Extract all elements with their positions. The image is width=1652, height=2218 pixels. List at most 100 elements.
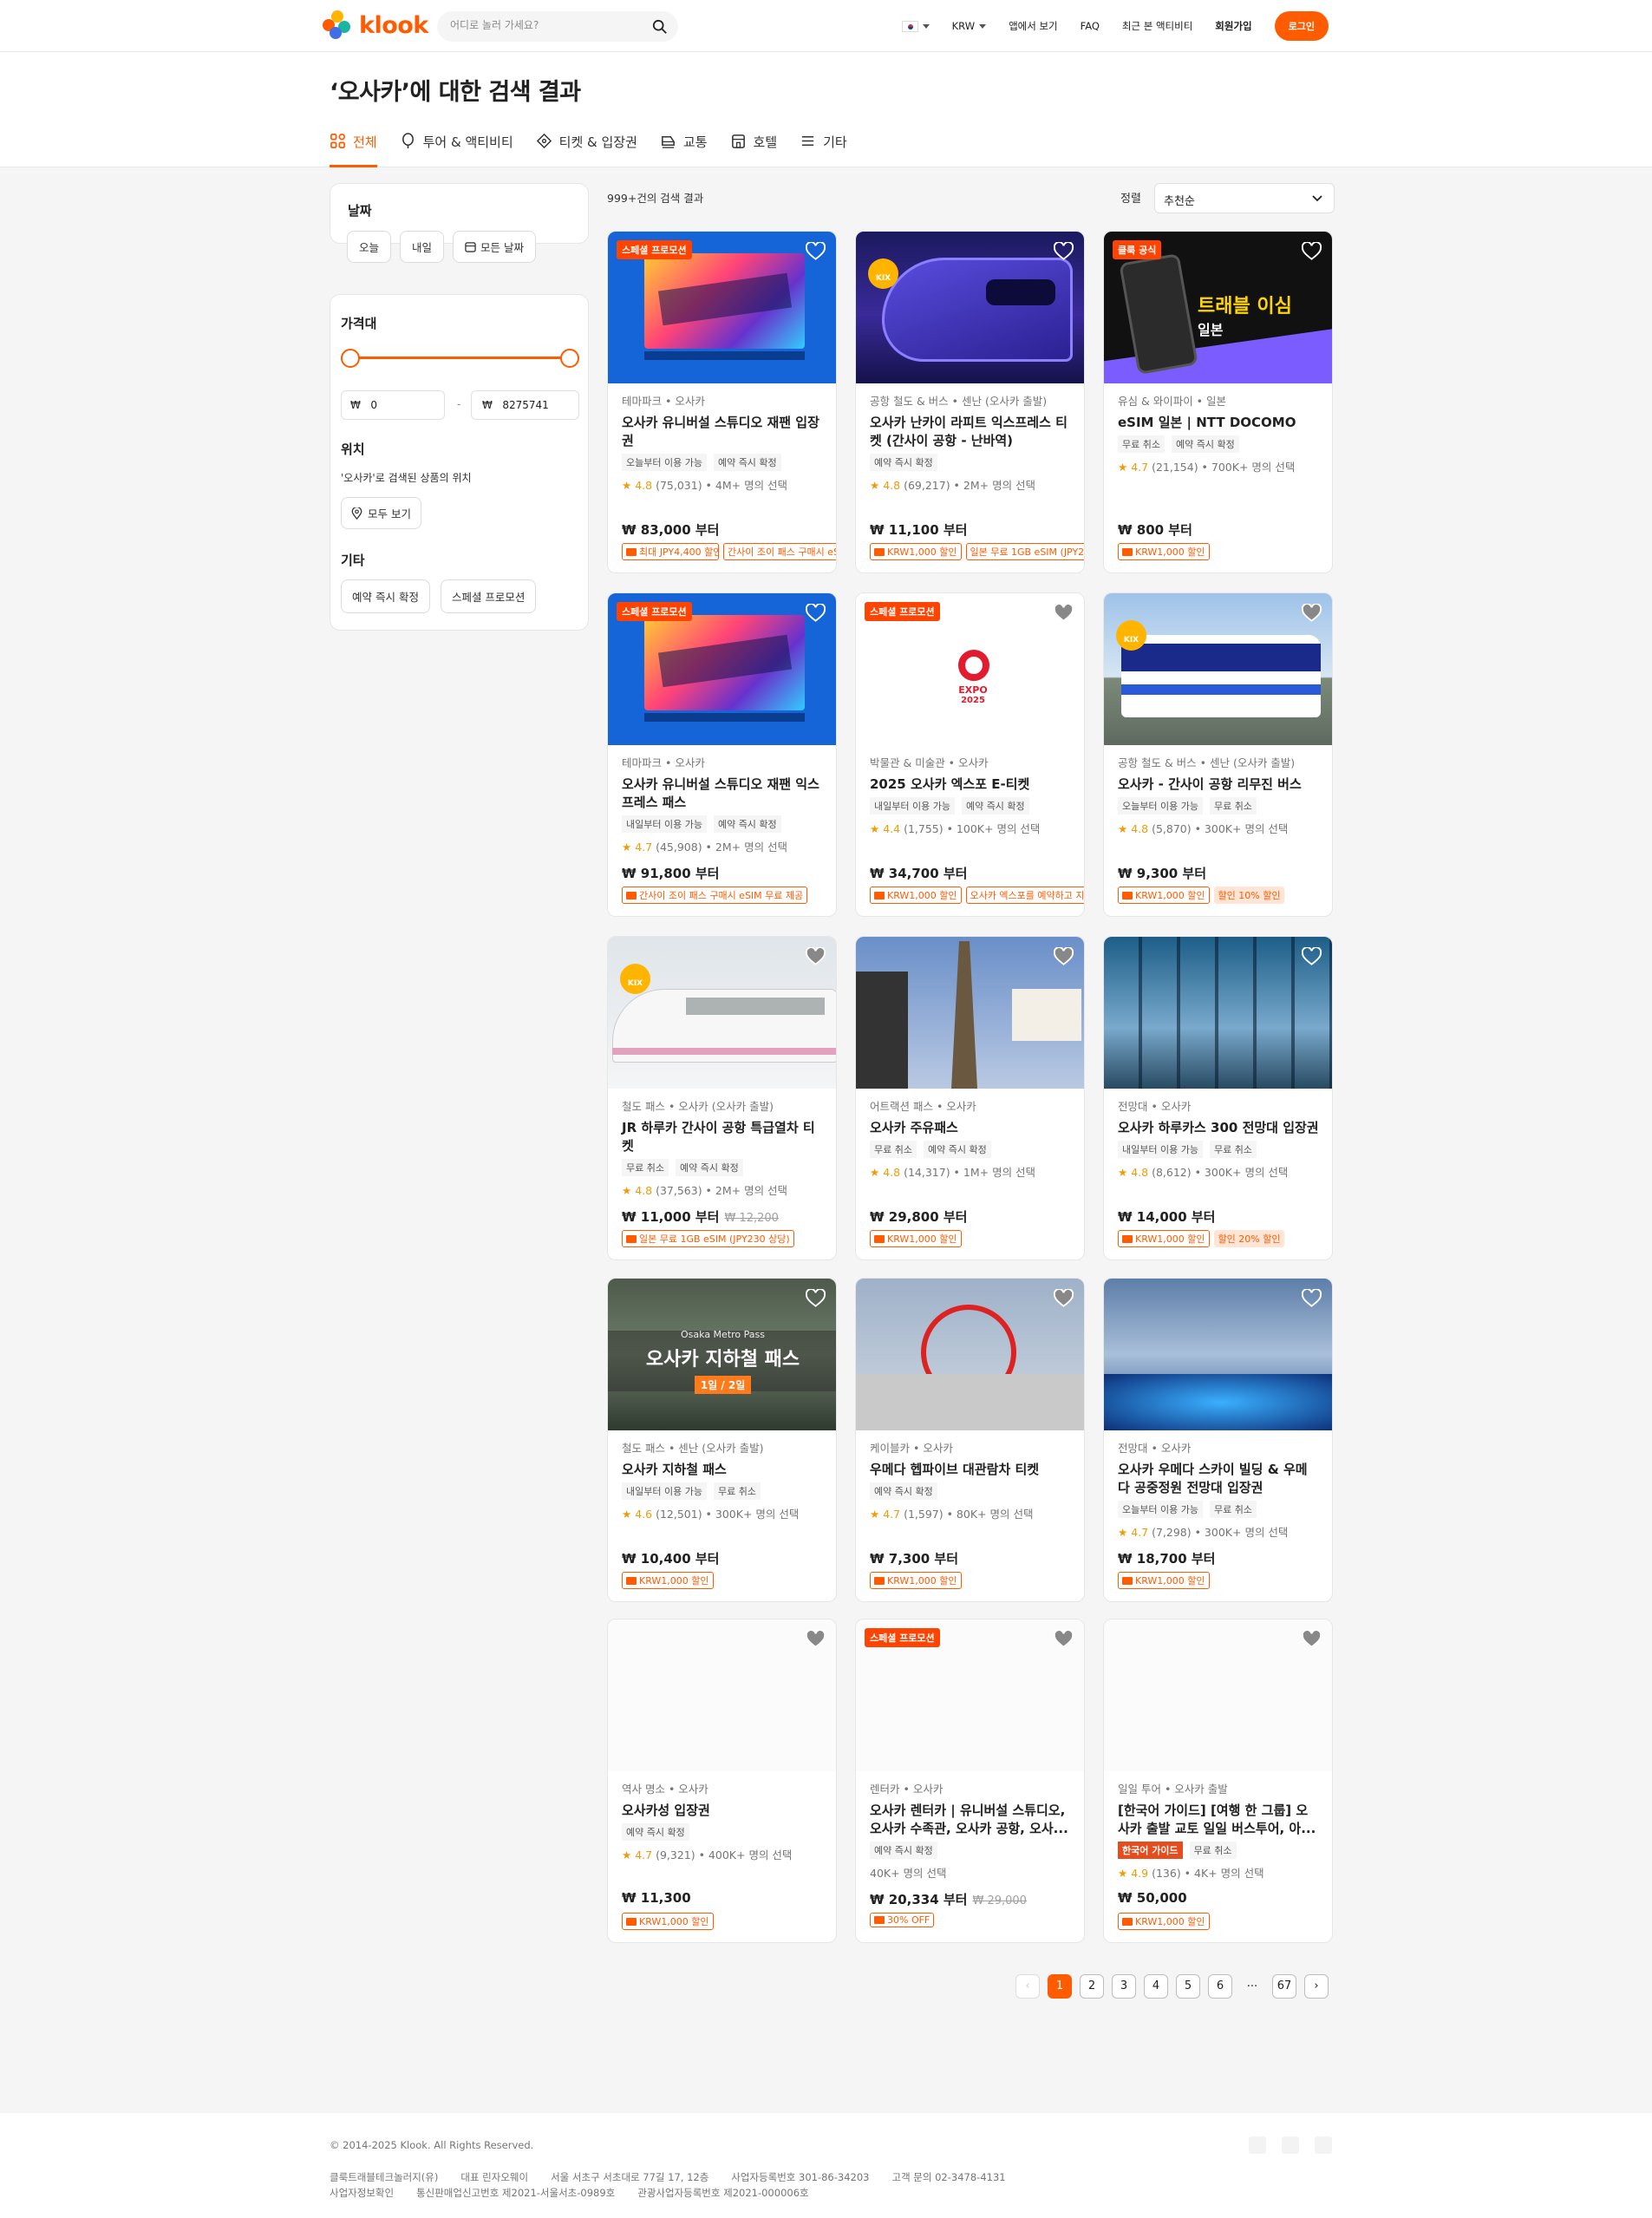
card-image[interactable]: KIX	[608, 937, 836, 1089]
card-image[interactable]: 스페셜 프로모션	[608, 232, 836, 383]
product-card[interactable]: 어트랙션 패스 • 오사카 오사카 주유패스 무료 취소 예약 즉시 확정 ★ 4.8 …	[855, 936, 1085, 1260]
product-card[interactable]: EXPO 2025 스페셜 프로모션 박물관 & 미술관 • 오사카 2025 오사카 …	[855, 592, 1085, 917]
wishlist-heart-icon[interactable]	[1054, 1630, 1074, 1649]
card-image[interactable]: 스페셜 프로모션	[856, 1619, 1084, 1771]
wishlist-heart-icon[interactable]	[806, 947, 826, 966]
product-card[interactable]: KIX 철도 패스 • 오사카 (오사카 출발) JR 하루카 간사이 공항 특급열…	[607, 936, 837, 1260]
card-title[interactable]: [한국어 가이드] [여행 한 그룹] 오사카 출발 교토 일일 버스투어, 아…	[1118, 1802, 1319, 1838]
tab-hotels[interactable]: 호텔	[730, 133, 777, 167]
card-title[interactable]: 오사카 주유패스	[870, 1119, 1071, 1137]
card-image[interactable]: EXPO 2025 스페셜 프로모션	[856, 593, 1084, 745]
wishlist-heart-icon[interactable]	[1302, 1289, 1322, 1308]
card-image[interactable]: KIX	[1104, 593, 1332, 745]
wishlist-heart-icon[interactable]	[1054, 947, 1074, 966]
product-card[interactable]: 케이블카 • 오사카 우메다 헵파이브 대관람차 티켓 예약 즉시 확정 ★ 4.7 …	[855, 1278, 1085, 1602]
card-title[interactable]: 오사카 렌터카 | 유니버설 스튜디오, 오사카 수족관, 오사카 공항, 오사…	[870, 1802, 1071, 1838]
prev-page-button[interactable]: ‹	[1015, 1974, 1040, 1999]
business-info-link[interactable]: 사업자정보확인	[330, 2186, 394, 2200]
page-button[interactable]: 2	[1080, 1974, 1104, 1999]
card-title[interactable]: eSIM 일본 | NTT DOCOMO	[1118, 414, 1319, 432]
date-chip-any[interactable]: 모든 날짜	[453, 231, 537, 263]
wishlist-heart-icon[interactable]	[1054, 1289, 1074, 1308]
product-card[interactable]: KIX 공항 철도 & 버스 • 센난 (오사카 출발) 오사카 난카이 라피트 익…	[855, 231, 1085, 573]
product-card[interactable]: 트래블 이심 일본 클룩 공식 유심 & 와이파이 • 일본 eSIM 일본 | NTT…	[1103, 231, 1333, 573]
wishlist-heart-icon[interactable]	[806, 1630, 826, 1649]
card-title[interactable]: JR 하루카 간사이 공항 특급열차 티켓	[622, 1119, 823, 1155]
tab-other[interactable]: 기타	[800, 133, 847, 167]
card-title[interactable]: 오사카 지하철 패스	[622, 1461, 823, 1479]
page-button[interactable]: 1	[1048, 1974, 1072, 1999]
product-card[interactable]: 전망대 • 오사카 오사카 우메다 스카이 빌딩 & 우메다 공중정원 전망대 입…	[1103, 1278, 1333, 1602]
card-image[interactable]	[1104, 1619, 1332, 1771]
nav-recent[interactable]: 최근 본 액티비티	[1122, 19, 1192, 33]
currency-selector[interactable]: KRW	[952, 20, 987, 32]
tab-tickets[interactable]: 티켓 & 입장권	[536, 133, 637, 167]
product-card[interactable]: 스페셜 프로모션 테마파크 • 오사카 오사카 유니버설 스튜디오 재팬 익스프레스…	[607, 592, 837, 917]
footer-social-icon[interactable]	[1282, 2136, 1299, 2154]
card-image[interactable]	[856, 937, 1084, 1089]
next-page-button[interactable]: ›	[1304, 1974, 1329, 1999]
last-page-button[interactable]: 67	[1272, 1974, 1296, 1999]
tab-transport[interactable]: 교통	[660, 133, 708, 167]
chip-special-promo[interactable]: 스페셜 프로모션	[440, 579, 537, 613]
product-card[interactable]: 전망대 • 오사카 오사카 하루카스 300 전망대 입장권 내일부터 이용 가능 무…	[1103, 936, 1333, 1260]
card-image[interactable]	[608, 1619, 836, 1771]
search-box[interactable]	[437, 11, 678, 42]
tab-tours[interactable]: 투어 & 액티비티	[400, 133, 513, 167]
date-chip-today[interactable]: 오늘	[347, 231, 392, 263]
card-title[interactable]: 오사카성 입장권	[622, 1802, 823, 1820]
product-card[interactable]: 스페셜 프로모션 렌터카 • 오사카 오사카 렌터카 | 유니버설 스튜디오, 오사…	[855, 1619, 1085, 1943]
card-title[interactable]: 오사카 - 간사이 공항 리무진 버스	[1118, 775, 1319, 794]
card-title[interactable]: 오사카 하루카스 300 전망대 입장권	[1118, 1119, 1319, 1137]
sort-select[interactable]: 추천순	[1154, 183, 1335, 213]
wishlist-heart-icon[interactable]	[1302, 947, 1322, 966]
page-button[interactable]: 5	[1176, 1974, 1200, 1999]
wishlist-heart-icon[interactable]	[1302, 242, 1322, 261]
language-selector[interactable]	[901, 20, 930, 32]
search-input[interactable]	[450, 19, 641, 31]
product-card[interactable]: 역사 명소 • 오사카 오사카성 입장권 예약 즉시 확정 ★ 4.7 (9,321)…	[607, 1619, 837, 1943]
price-slider-min-handle[interactable]	[341, 349, 360, 368]
klook-logo[interactable]: klook	[323, 10, 428, 40]
card-image[interactable]: KIX	[856, 232, 1084, 383]
nav-signup[interactable]: 회원가입	[1215, 19, 1251, 33]
card-title[interactable]: 오사카 유니버설 스튜디오 재팬 익스프레스 패스	[622, 775, 823, 812]
wishlist-heart-icon[interactable]	[1054, 242, 1074, 261]
chip-instant-confirm[interactable]: 예약 즉시 확정	[341, 579, 430, 613]
card-image[interactable]	[1104, 1279, 1332, 1430]
card-title[interactable]: 우메다 헵파이브 대관람차 티켓	[870, 1461, 1071, 1479]
card-title[interactable]: 오사카 유니버설 스튜디오 재팬 입장권	[622, 414, 823, 450]
nav-app[interactable]: 앱에서 보기	[1009, 19, 1058, 33]
page-button[interactable]: 6	[1208, 1974, 1232, 1999]
product-card[interactable]: KIX 공항 철도 & 버스 • 센난 (오사카 출발) 오사카 - 간사이 공항 …	[1103, 592, 1333, 917]
price-slider-max-handle[interactable]	[560, 349, 579, 368]
wishlist-heart-icon[interactable]	[806, 604, 826, 623]
card-title[interactable]: 오사카 난카이 라피트 익스프레스 티켓 (간사이 공항 - 난바역)	[870, 414, 1071, 450]
price-max-field[interactable]: ₩ 8275741	[471, 390, 579, 420]
search-icon[interactable]	[652, 19, 668, 35]
wishlist-heart-icon[interactable]	[806, 242, 826, 261]
wishlist-heart-icon[interactable]	[1302, 604, 1322, 623]
location-view-all-button[interactable]: 모두 보기	[341, 497, 421, 529]
footer-social-icon[interactable]	[1315, 2136, 1332, 2154]
page-button[interactable]: 4	[1144, 1974, 1168, 1999]
wishlist-heart-icon[interactable]	[1054, 604, 1074, 623]
page-button[interactable]: 3	[1112, 1974, 1136, 1999]
tab-all[interactable]: 전체	[330, 133, 377, 167]
card-image[interactable]	[856, 1279, 1084, 1430]
nav-faq[interactable]: FAQ	[1081, 20, 1100, 32]
price-slider[interactable]	[341, 349, 579, 368]
card-image[interactable]: Osaka Metro Pass 오사카 지하철 패스 1일 / 2일	[608, 1279, 836, 1430]
login-button[interactable]: 로그인	[1274, 11, 1329, 41]
product-card[interactable]: 스페셜 프로모션 테마파크 • 오사카 오사카 유니버설 스튜디오 재팬 입장권 오늘…	[607, 231, 837, 573]
product-card[interactable]: 일일 투어 • 오사카 출발 [한국어 가이드] [여행 한 그룹] 오사카 출발…	[1103, 1619, 1333, 1943]
card-image[interactable]: 스페셜 프로모션	[608, 593, 836, 745]
footer-social-icon[interactable]	[1249, 2136, 1266, 2154]
wishlist-heart-icon[interactable]	[806, 1289, 826, 1308]
wishlist-heart-icon[interactable]	[1302, 1630, 1322, 1649]
card-title[interactable]: 오사카 우메다 스카이 빌딩 & 우메다 공중정원 전망대 입장권	[1118, 1461, 1319, 1497]
card-image[interactable]	[1104, 937, 1332, 1089]
card-image[interactable]: 트래블 이심 일본 클룩 공식	[1104, 232, 1332, 383]
product-card[interactable]: Osaka Metro Pass 오사카 지하철 패스 1일 / 2일 철도 패스 •…	[607, 1278, 837, 1602]
date-chip-tomorrow[interactable]: 내일	[400, 231, 445, 263]
